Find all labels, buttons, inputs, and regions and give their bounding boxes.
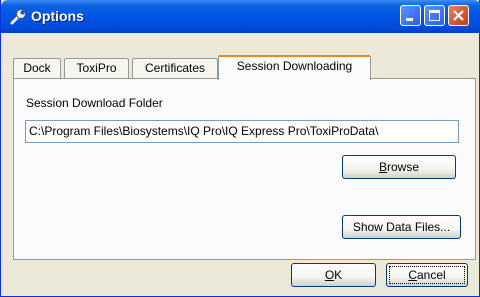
session-folder-label: Session Download Folder xyxy=(26,96,163,110)
browse-label: rowse xyxy=(387,160,420,174)
minimize-icon xyxy=(406,18,413,21)
cancel-label: ancel xyxy=(416,268,446,282)
tab-toxipro[interactable]: ToxiPro xyxy=(64,58,129,78)
session-folder-input[interactable]: C:\Program Files\Biosystems\IQ Pro\IQ Ex… xyxy=(25,120,459,143)
ok-mnemonic: O xyxy=(324,268,335,282)
options-window: Options Dock ToxiPro Certificates Sessio… xyxy=(0,0,480,297)
maximize-button[interactable] xyxy=(424,5,445,26)
close-icon xyxy=(453,10,464,21)
ok-label: K xyxy=(334,268,343,282)
wrench-icon xyxy=(9,8,27,26)
maximize-icon xyxy=(429,10,440,21)
window-title: Options xyxy=(31,8,84,24)
tab-certificates[interactable]: Certificates xyxy=(132,58,218,78)
browse-button[interactable]: Browse xyxy=(342,155,456,179)
cancel-button[interactable]: Cancel xyxy=(386,263,468,287)
close-button[interactable] xyxy=(448,5,469,26)
show-data-files-button[interactable]: Show Data Files... xyxy=(342,215,461,239)
minimize-button[interactable] xyxy=(400,5,421,26)
browse-mnemonic: B xyxy=(378,160,387,174)
tab-session-downloading[interactable]: Session Downloading xyxy=(218,55,371,80)
ok-button[interactable]: OK xyxy=(291,263,376,287)
title-bar[interactable]: Options xyxy=(1,0,480,33)
tab-dock[interactable]: Dock xyxy=(13,58,61,78)
cancel-mnemonic: C xyxy=(408,268,417,282)
